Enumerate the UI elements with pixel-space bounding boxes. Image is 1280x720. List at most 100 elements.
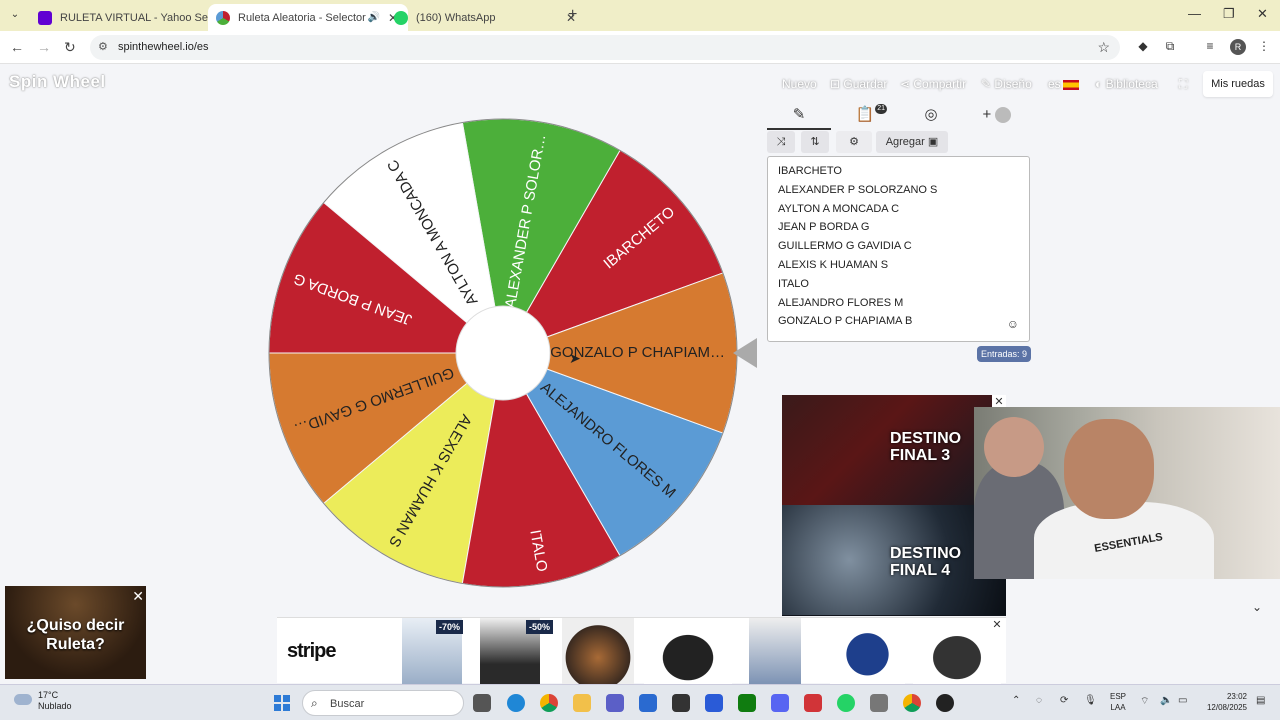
volume-icon[interactable]: 🔈 bbox=[1160, 695, 1172, 706]
address-bar[interactable]: ⚙ spinthewheel.io/es ☆ bbox=[90, 35, 1120, 60]
clock[interactable]: 23:02 12/08/2025 bbox=[1199, 691, 1247, 713]
maximize-button[interactable]: ❐ bbox=[1223, 6, 1235, 22]
whatsapp-icon[interactable] bbox=[837, 694, 855, 712]
language-indicator[interactable]: ESP LAA bbox=[1110, 691, 1126, 713]
shuffle-button[interactable]: ⤨ bbox=[767, 131, 795, 153]
emoji-icon[interactable]: ☺ bbox=[1007, 317, 1019, 331]
ad-close-icon[interactable]: ✕ bbox=[990, 618, 1004, 632]
roulette-ad[interactable]: ¿Quiso decir Ruleta? ✕ bbox=[5, 586, 146, 679]
app-icon[interactable] bbox=[672, 694, 690, 712]
stripe-logo: stripe bbox=[287, 640, 336, 662]
microphone-icon[interactable]: 🎙 bbox=[1084, 695, 1097, 706]
new-tab-button[interactable]: + bbox=[568, 6, 577, 24]
close-window-button[interactable]: ✕ bbox=[1257, 6, 1268, 22]
obs-icon[interactable] bbox=[936, 694, 954, 712]
save-button[interactable]: ⊡ Guardar bbox=[830, 77, 887, 91]
tab-search-button[interactable]: ⌄ bbox=[6, 6, 24, 24]
site-logo[interactable]: Spin Wheel bbox=[9, 72, 106, 92]
bookmark-star-icon[interactable]: ☆ bbox=[1097, 39, 1110, 56]
vscode-icon[interactable] bbox=[705, 694, 723, 712]
wheel-center-hub[interactable] bbox=[455, 305, 551, 401]
cap-product-image[interactable] bbox=[562, 618, 634, 684]
close-icon[interactable]: ✕ bbox=[132, 588, 144, 605]
entry-line[interactable]: JEAN P BORDA G bbox=[778, 218, 1019, 237]
weather-desc: Nublado bbox=[38, 701, 72, 711]
tab-whatsapp[interactable]: (160) WhatsApp ✕ bbox=[386, 4, 586, 31]
tray-chevron-icon[interactable]: ⌃ bbox=[1012, 695, 1020, 706]
add-image-button[interactable]: Agregar ▣ bbox=[876, 131, 948, 153]
entries-textarea[interactable]: IBARCHETO ALEXANDER P SOLORZANO S AYLTON A… bbox=[767, 156, 1030, 342]
entry-line[interactable]: ALEJANDRO FLORES M bbox=[778, 294, 1019, 313]
edge-icon[interactable] bbox=[507, 694, 525, 712]
back-button[interactable]: ← bbox=[10, 39, 24, 55]
forward-button[interactable]: → bbox=[37, 39, 51, 55]
chrome-icon[interactable] bbox=[540, 694, 558, 712]
my-wheels-button[interactable]: Mis ruedas bbox=[1203, 71, 1273, 97]
settings-button[interactable]: ⚙ bbox=[836, 131, 872, 153]
audio-icon[interactable]: 🔊 bbox=[368, 12, 380, 23]
spin-wheel[interactable]: IBARCHETOALEXANDER P SOLOR…AYLTON A MONC… bbox=[268, 118, 738, 588]
language-code: ESP bbox=[1110, 692, 1127, 701]
entry-line[interactable]: GONZALO P CHAPIAMA B bbox=[778, 312, 1019, 331]
sneaker-product-image[interactable] bbox=[644, 618, 732, 684]
tab-edit-entries[interactable]: ✎ bbox=[767, 102, 831, 130]
entry-line[interactable]: AYLTON A MONCADA C bbox=[778, 200, 1019, 219]
taskbar-search[interactable]: ⌕ Buscar bbox=[302, 690, 464, 716]
start-button[interactable] bbox=[274, 695, 290, 711]
settings-icon[interactable] bbox=[870, 694, 888, 712]
battery-icon[interactable]: ▭ bbox=[1178, 695, 1187, 706]
extensions-puzzle-icon[interactable]: ⧉ bbox=[1163, 39, 1177, 53]
chevron-down-icon[interactable]: ⌄ bbox=[1252, 600, 1262, 614]
tray-app-icon[interactable]: ◌ bbox=[1036, 695, 1042, 706]
site-info-icon[interactable]: ⚙ bbox=[98, 40, 108, 53]
discount-badge: -50% bbox=[526, 620, 554, 634]
entries-count: Entradas: 9 bbox=[977, 346, 1032, 362]
shoe-product-image[interactable] bbox=[913, 618, 1001, 684]
xbox-icon[interactable] bbox=[738, 694, 756, 712]
tab-yahoo[interactable]: RULETA VIRTUAL - Yahoo Search ✕ bbox=[30, 4, 230, 31]
movie-ad[interactable]: DESTINO FINAL 3 DESTINO FINAL 4 ✕ bbox=[782, 395, 1006, 616]
fullscreen-icon[interactable]: ⛶ bbox=[1179, 77, 1187, 92]
entry-line[interactable]: ALEXANDER P SOLORZANO S bbox=[778, 181, 1019, 200]
wifi-icon[interactable]: ⌔ bbox=[1140, 695, 1149, 708]
add-wheel-tab[interactable]: + bbox=[965, 102, 1029, 130]
file-explorer-icon[interactable] bbox=[573, 694, 591, 712]
app-red-icon[interactable] bbox=[804, 694, 822, 712]
blue-cap-product-image[interactable] bbox=[830, 618, 905, 684]
shopping-ad[interactable]: stripe -70% -50% ✕ bbox=[277, 617, 1006, 684]
design-button[interactable]: ✎ Diseño bbox=[981, 77, 1032, 91]
entry-line[interactable]: IBARCHETO bbox=[778, 162, 1019, 181]
tab-ruleta[interactable]: Ruleta Aleatoria - Selector P 🔊 ✕ bbox=[208, 4, 408, 31]
add-image-label: Agregar bbox=[885, 136, 925, 148]
new-button[interactable]: Nuevo bbox=[782, 77, 817, 91]
weather-widget[interactable]: 17°C Nublado bbox=[14, 690, 72, 712]
reload-button[interactable]: ↻ bbox=[64, 39, 76, 56]
design-label: Diseño bbox=[994, 77, 1032, 91]
clock-time: 23:02 bbox=[1226, 692, 1247, 701]
sort-button[interactable]: ⇅ bbox=[801, 131, 829, 153]
search-label: Buscar bbox=[330, 698, 365, 710]
profile-avatar[interactable]: R bbox=[1230, 39, 1246, 55]
search-icon: ⌕ bbox=[311, 696, 318, 710]
entry-line[interactable]: ITALO bbox=[778, 275, 1019, 294]
store-icon[interactable] bbox=[639, 694, 657, 712]
discord-icon[interactable] bbox=[771, 694, 789, 712]
language-selector[interactable]: es bbox=[1048, 77, 1079, 91]
minimize-button[interactable]: — bbox=[1188, 6, 1201, 21]
notification-icon[interactable]: ▤ bbox=[1256, 695, 1265, 706]
entry-line[interactable]: GUILLERMO G GAVIDIA C bbox=[778, 237, 1019, 256]
tray-sync-icon[interactable]: ⟳ bbox=[1060, 695, 1068, 706]
chrome-active-icon[interactable] bbox=[903, 694, 921, 712]
entry-line[interactable]: ALEXIS K HUAMAN S bbox=[778, 256, 1019, 275]
extension-icon[interactable]: ◆ bbox=[1136, 39, 1150, 53]
tab-results[interactable]: 📋 21 bbox=[833, 102, 897, 130]
tab-hide[interactable]: ◎ bbox=[899, 102, 963, 130]
chrome-menu-icon[interactable]: ⋮ bbox=[1257, 39, 1271, 53]
share-button[interactable]: ⋖ Compartir bbox=[900, 77, 966, 91]
library-button[interactable]: ◐ Biblioteca bbox=[1095, 77, 1158, 91]
task-view-icon[interactable] bbox=[473, 694, 491, 712]
panel-tabs: ✎ 📋 21 ◎ + bbox=[767, 102, 1029, 130]
teams-icon[interactable] bbox=[606, 694, 624, 712]
reading-list-icon[interactable]: ≡ bbox=[1203, 39, 1217, 53]
jeans2-product-image[interactable] bbox=[749, 618, 801, 684]
